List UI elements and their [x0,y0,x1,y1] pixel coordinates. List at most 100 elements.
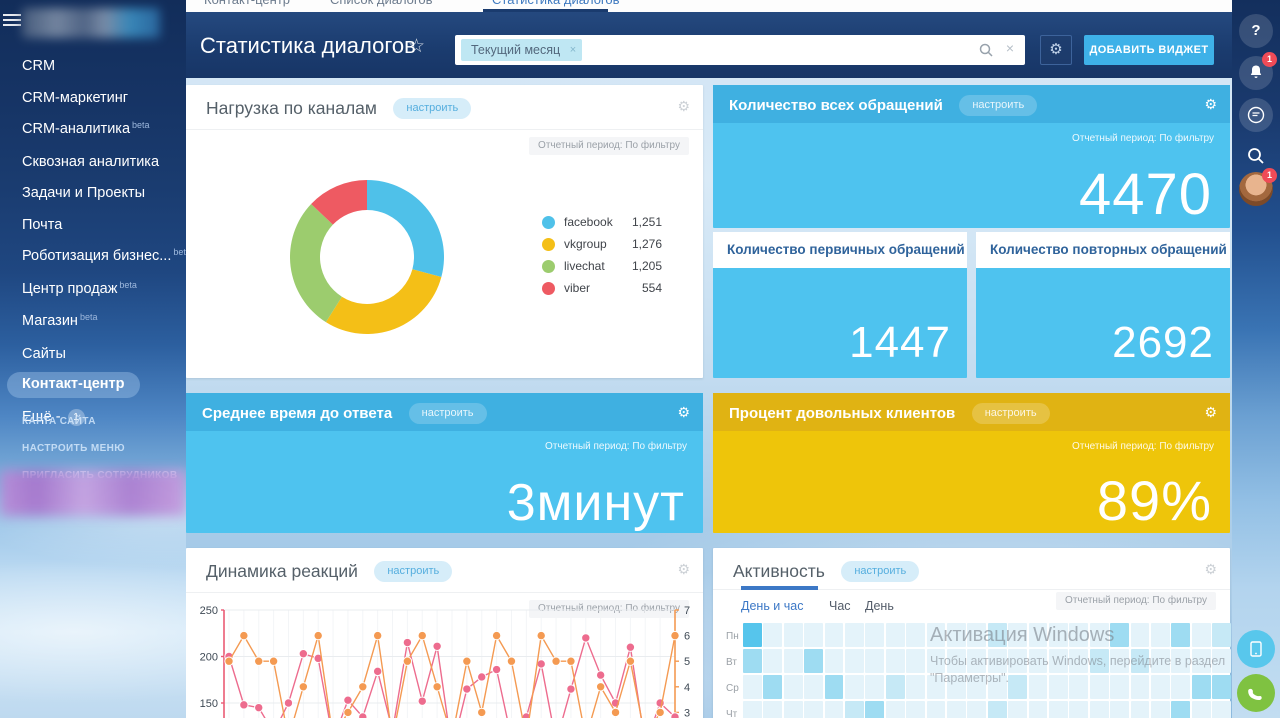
heatmap-cell[interactable] [784,675,803,699]
heatmap-cell[interactable] [1090,623,1109,647]
data-point[interactable] [626,657,634,665]
configure-button[interactable]: настроить [374,561,452,582]
heatmap-cell[interactable] [906,623,925,647]
tab-dialog-statistics[interactable]: Статистика диалогов [492,0,620,7]
sidebar-item-mail[interactable]: Почта [0,211,186,240]
heatmap-cell[interactable] [845,649,864,673]
data-point[interactable] [611,708,619,716]
heatmap-cell[interactable] [1171,675,1190,699]
sidebar-item-crm[interactable]: CRM [0,52,186,81]
heatmap-cell[interactable] [1131,623,1150,647]
data-point[interactable] [537,631,545,639]
heatmap-cell[interactable] [1131,649,1150,673]
data-point[interactable] [373,631,381,639]
gear-icon[interactable]: ⚙ [1204,561,1217,578]
heatmap-cell[interactable] [1151,675,1170,699]
heatmap-cell[interactable] [1069,623,1088,647]
heatmap-cell[interactable] [743,649,762,673]
heatmap-cell[interactable] [1090,701,1109,718]
heatmap-cell[interactable] [1029,701,1048,718]
heatmap-cell[interactable] [1171,649,1190,673]
configure-button[interactable]: настроить [972,403,1050,424]
heatmap-cell[interactable] [804,701,823,718]
heatmap-cell[interactable] [845,623,864,647]
gear-icon[interactable]: ⚙ [677,561,690,578]
sidebar-item-store[interactable]: Магазинbeta [0,307,186,337]
heatmap-cell[interactable] [1131,675,1150,699]
heatmap-cell[interactable] [763,649,782,673]
data-point[interactable] [567,657,575,665]
heatmap-cell[interactable] [1049,701,1068,718]
data-point[interactable] [537,660,545,668]
heatmap-cell[interactable] [988,701,1007,718]
data-point[interactable] [596,671,604,679]
heatmap-cell[interactable] [886,701,905,718]
heatmap-cell[interactable] [1151,701,1170,718]
dashboard-settings-button[interactable]: ⚙ [1040,35,1072,65]
data-point[interactable] [240,701,248,709]
heatmap-cell[interactable] [988,675,1007,699]
heatmap-cell[interactable] [947,649,966,673]
heatmap-cell[interactable] [1069,675,1088,699]
heatmap-cell[interactable] [947,623,966,647]
heatmap-cell[interactable] [1029,649,1048,673]
clear-filter-icon[interactable]: × [1006,40,1014,56]
data-point[interactable] [492,665,500,673]
configure-button[interactable]: настроить [841,561,919,582]
heatmap-cell[interactable] [763,675,782,699]
heatmap-cell[interactable] [784,623,803,647]
heatmap-cell[interactable] [743,675,762,699]
heatmap-cell[interactable] [1110,675,1129,699]
heatmap-cell[interactable] [967,701,986,718]
data-point[interactable] [225,657,233,665]
hamburger-menu-icon[interactable] [3,14,21,28]
heatmap-cell[interactable] [967,649,986,673]
data-point[interactable] [656,708,664,716]
data-point[interactable] [582,634,590,642]
heatmap-cell[interactable] [784,649,803,673]
heatmap-cell[interactable] [886,649,905,673]
data-point[interactable] [418,631,426,639]
data-point[interactable] [344,708,352,716]
help-button[interactable]: ? [1239,14,1273,48]
heatmap-cell[interactable] [1212,675,1231,699]
configure-menu-link[interactable]: НАСТРОИТЬ МЕНЮ [0,435,186,462]
tab-day[interactable]: День [865,599,894,613]
configure-button[interactable]: настроить [393,98,471,119]
heatmap-cell[interactable] [927,649,946,673]
data-point[interactable] [255,703,263,711]
heatmap-cell[interactable] [763,623,782,647]
heatmap-cell[interactable] [1090,649,1109,673]
data-point[interactable] [433,642,441,650]
heatmap-cell[interactable] [845,701,864,718]
gear-icon[interactable]: ⚙ [1204,404,1217,421]
heatmap-cell[interactable] [1151,623,1170,647]
tab-dialog-list[interactable]: Список диалогов [330,0,433,7]
gear-icon[interactable]: ⚙ [677,404,690,421]
filter-search-input[interactable]: Текущий месяц × × [455,35,1025,65]
add-widget-button[interactable]: ДОБАВИТЬ ВИДЖЕТ [1084,35,1214,65]
remove-filter-tag-icon[interactable]: × [570,39,576,61]
heatmap-cell[interactable] [988,649,1007,673]
heatmap-cell[interactable] [967,623,986,647]
heatmap-cell[interactable] [1151,649,1170,673]
data-point[interactable] [433,683,441,691]
sidebar-item-sites[interactable]: Сайты [0,340,186,369]
heatmap-cell[interactable] [743,623,762,647]
heatmap-cell[interactable] [825,701,844,718]
tab-contact-center[interactable]: Контакт-центр [204,0,290,7]
data-point[interactable] [255,657,263,665]
gear-icon[interactable]: ⚙ [677,98,690,115]
data-point[interactable] [403,657,411,665]
donut-segment-facebook[interactable] [367,180,444,277]
data-point[interactable] [373,667,381,675]
filter-tag-current-month[interactable]: Текущий месяц × [461,39,582,61]
heatmap-cell[interactable] [927,623,946,647]
heatmap-cell[interactable] [1049,675,1068,699]
heatmap-cell[interactable] [784,701,803,718]
data-point[interactable] [478,673,486,681]
heatmap-cell[interactable] [886,675,905,699]
heatmap-cell[interactable] [927,675,946,699]
heatmap-cell[interactable] [865,649,884,673]
heatmap-cell[interactable] [967,675,986,699]
